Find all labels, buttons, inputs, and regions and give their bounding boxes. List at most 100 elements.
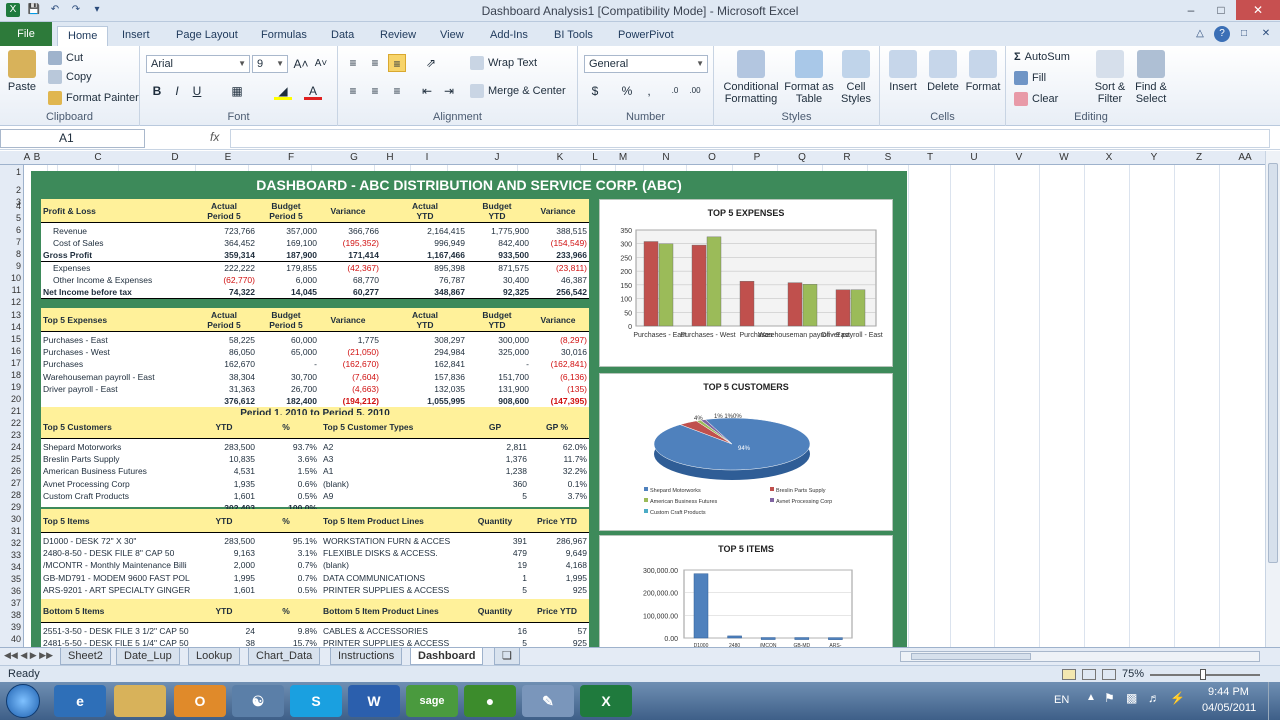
column-header[interactable]: Q <box>798 152 806 163</box>
insert-cells-button[interactable]: Insert <box>884 50 922 93</box>
scrollbar-thumb[interactable] <box>1268 163 1278 563</box>
column-header[interactable]: M <box>619 152 627 163</box>
row-header[interactable]: 14 <box>11 322 21 332</box>
row-header[interactable]: 9 <box>16 261 21 271</box>
power-icon[interactable]: ⚡ <box>1170 691 1185 705</box>
row-header[interactable]: 23 <box>11 430 21 440</box>
chart-top-items[interactable]: TOP 5 ITEMS 300,000.00 200,000.00 100,000.… <box>599 535 893 651</box>
word-icon[interactable]: W <box>348 685 400 717</box>
tab-insert[interactable]: Insert <box>112 26 160 46</box>
row-header[interactable]: 7 <box>16 237 21 247</box>
row-header[interactable]: 29 <box>11 502 21 512</box>
formula-input[interactable] <box>230 129 1270 148</box>
new-sheet-icon[interactable]: ❏ <box>494 648 520 665</box>
row-header[interactable]: 8 <box>16 249 21 259</box>
bold-button[interactable]: B <box>148 82 166 100</box>
column-header[interactable]: K <box>557 152 564 163</box>
page-layout-view-icon[interactable] <box>1082 669 1096 680</box>
excel-taskbar-icon[interactable]: X <box>580 685 632 717</box>
vertical-scrollbar[interactable] <box>1265 151 1280 647</box>
align-left-icon[interactable]: ≡ <box>344 82 362 100</box>
column-header[interactable]: P <box>754 152 761 163</box>
row-header[interactable]: 24 <box>11 442 21 452</box>
tab-page-layout[interactable]: Page Layout <box>166 26 248 46</box>
delete-cells-button[interactable]: Delete <box>924 50 962 93</box>
format-cells-button[interactable]: Format <box>964 50 1002 93</box>
column-header[interactable]: V <box>1016 152 1023 163</box>
row-header[interactable]: 21 <box>11 406 21 416</box>
column-header[interactable]: D <box>171 152 178 163</box>
currency-icon[interactable]: $ <box>586 82 604 100</box>
row-header[interactable]: 15 <box>11 334 21 344</box>
font-color-icon[interactable]: A <box>304 82 322 100</box>
align-middle-icon[interactable]: ≡ <box>366 54 384 72</box>
horizontal-scrollbar[interactable] <box>900 651 1260 662</box>
column-header[interactable]: L <box>592 152 598 163</box>
sheet-tab-instructions[interactable]: Instructions <box>330 648 403 665</box>
flag-icon[interactable]: ⚑ <box>1104 691 1115 705</box>
row-header[interactable]: 10 <box>11 273 21 283</box>
row-header[interactable]: 6 <box>16 225 21 235</box>
row-header[interactable]: 13 <box>11 310 21 320</box>
row-header[interactable]: 30 <box>11 514 21 524</box>
align-right-icon[interactable]: ≡ <box>388 82 406 100</box>
row-header[interactable]: 5 <box>16 213 21 223</box>
chart-top-customers[interactable]: TOP 5 CUSTOMERS 94% 4% 1% 1%0% Shepard Moto… <box>599 373 893 531</box>
column-header[interactable]: Y <box>1151 152 1158 163</box>
scrollbar-thumb[interactable] <box>911 653 1031 660</box>
tray-up-arrow-icon[interactable]: ▲ <box>1086 692 1096 703</box>
sheet-tab-dashboard[interactable]: Dashboard <box>410 648 484 665</box>
font-size-select[interactable]: 9 ▼ <box>252 55 288 73</box>
column-header[interactable]: N <box>662 152 669 163</box>
cut-button[interactable]: Cut <box>48 51 83 65</box>
tab-data[interactable]: Data <box>321 26 364 46</box>
sage-icon[interactable]: sage <box>406 685 458 717</box>
comma-icon[interactable]: , <box>640 82 658 100</box>
row-header[interactable]: 2 <box>16 185 21 195</box>
tab-view[interactable]: View <box>430 26 474 46</box>
format-as-table-button[interactable]: Format as Table <box>784 50 834 105</box>
tab-home[interactable]: Home <box>57 26 109 46</box>
row-header[interactable]: 25 <box>11 454 21 464</box>
sheet-tab-sheet2[interactable]: Sheet2 <box>60 648 111 665</box>
column-header[interactable]: S <box>885 152 892 163</box>
column-header[interactable]: AA <box>1238 152 1251 163</box>
clock-time[interactable]: 9:44 PM <box>1208 686 1249 698</box>
row-header[interactable]: 18 <box>11 370 21 380</box>
row-header[interactable]: 32 <box>11 538 21 548</box>
restore-icon[interactable]: □ <box>1236 26 1252 42</box>
tab-review[interactable]: Review <box>370 26 426 46</box>
row-header[interactable]: 20 <box>11 394 21 404</box>
sort-filter-button[interactable]: Sort & Filter <box>1090 50 1130 105</box>
row-header[interactable]: 40 <box>11 634 21 644</box>
clock-date[interactable]: 04/05/2011 <box>1202 702 1256 714</box>
fill-button[interactable]: Fill <box>1014 71 1046 85</box>
column-header[interactable]: T <box>927 152 933 163</box>
row-header[interactable]: 36 <box>11 586 21 596</box>
help-icon[interactable]: ? <box>1214 26 1230 42</box>
column-header[interactable]: H <box>386 152 393 163</box>
column-header[interactable]: O <box>708 152 716 163</box>
autosum-button[interactable]: Σ AutoSum <box>1014 51 1070 63</box>
start-button[interactable] <box>6 684 40 718</box>
tab-powerpivot[interactable]: PowerPivot <box>608 26 684 46</box>
network-app-icon[interactable]: ☯ <box>232 685 284 717</box>
row-header[interactable]: 22 <box>11 418 21 428</box>
align-bottom-icon[interactable]: ≡ <box>388 54 406 72</box>
column-header[interactable]: B <box>34 152 41 163</box>
row-header[interactable]: 38 <box>11 610 21 620</box>
row-header[interactable]: 33 <box>11 550 21 560</box>
chart-top-expenses[interactable]: TOP 5 EXPENSES 0 50 100 150 200 250 300 350 Purc… <box>599 199 893 367</box>
column-header[interactable]: U <box>970 152 977 163</box>
align-center-icon[interactable]: ≡ <box>366 82 384 100</box>
maximize-button[interactable]: □ <box>1206 0 1236 20</box>
conditional-formatting-button[interactable]: Conditional Formatting <box>718 50 784 105</box>
sheet-nav-arrows[interactable]: ◀◀ ◀ ▶ ▶▶ <box>4 650 53 661</box>
row-header[interactable]: 12 <box>11 297 21 307</box>
shrink-font-icon[interactable]: A˅ <box>312 55 330 73</box>
row-header[interactable]: 17 <box>11 358 21 368</box>
increase-indent-icon[interactable]: ⇥ <box>440 82 458 100</box>
row-header[interactable]: 35 <box>11 574 21 584</box>
outlook-icon[interactable]: O <box>174 685 226 717</box>
row-header[interactable]: 1 <box>16 167 21 177</box>
